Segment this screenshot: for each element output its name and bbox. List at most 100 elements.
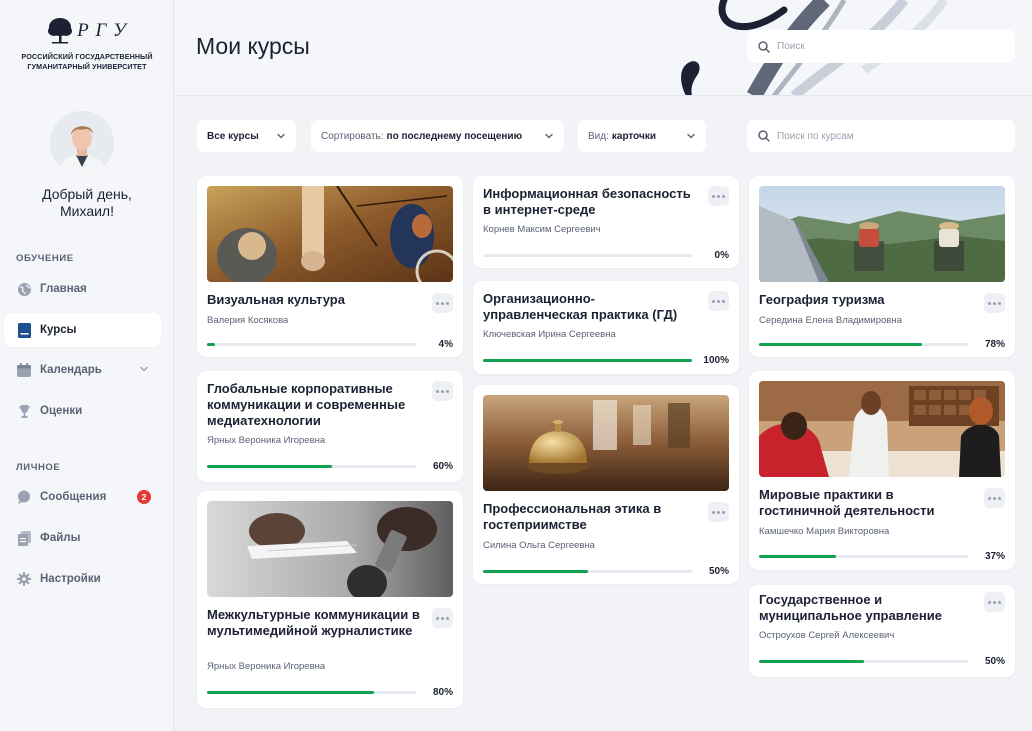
course-title[interactable]: Организационно-управленческая практика (… — [483, 291, 698, 323]
sidebar-item-courses[interactable]: Курсы — [4, 313, 161, 347]
sidebar-item-home[interactable]: Главная — [4, 272, 161, 306]
course-card[interactable]: Государственное и муниципальное управлен… — [749, 585, 1015, 677]
course-title[interactable]: Информационная безопасность в интернет-с… — [483, 186, 698, 218]
more-options-button[interactable] — [708, 502, 729, 522]
calendar-icon — [16, 362, 32, 378]
course-card[interactable]: Глобальные корпоративные коммуникации и … — [197, 371, 463, 482]
course-author: Середина Елена Владимировна — [759, 315, 902, 326]
progress-percent: 80% — [432, 687, 453, 698]
course-title[interactable]: Глобальные корпоративные коммуникации и … — [207, 381, 422, 429]
sidebar-item-label: Курсы — [40, 324, 77, 336]
progress-percent: 37% — [984, 551, 1005, 562]
view-label: Вид: — [588, 130, 609, 142]
course-image-painting — [207, 186, 453, 282]
view-value: карточки — [611, 130, 657, 142]
progress-fill — [483, 570, 588, 573]
course-card[interactable]: Организационно-управленческая практика (… — [473, 281, 739, 374]
sidebar-item-messages[interactable]: Сообщения 2 — [4, 480, 161, 514]
unread-badge: 2 — [137, 490, 151, 504]
progress-fill — [207, 691, 375, 694]
greeting: Добрый день, Михаил! — [42, 186, 132, 219]
course-image-service-bell — [483, 395, 729, 491]
course-card[interactable]: Визуальная культура Валерия Косякова 4% — [197, 176, 463, 357]
sidebar-item-files[interactable]: Файлы — [4, 521, 161, 555]
progress-bar — [207, 691, 416, 694]
university-logo[interactable]: Р Г У РОССИЙСКИЙ ГОСУДАРСТВЕННЫЙ ГУМАНИТ… — [0, 16, 174, 72]
avatar[interactable] — [50, 111, 114, 175]
course-card[interactable]: Межкультурные коммуникации в мультимедий… — [197, 491, 463, 708]
scope-dropdown[interactable]: Все курсы — [197, 120, 296, 152]
course-card[interactable]: География туризма Середина Елена Владими… — [749, 176, 1015, 357]
more-options-button[interactable] — [432, 608, 453, 628]
global-search-input[interactable] — [777, 41, 977, 52]
course-image-camping — [759, 186, 1005, 282]
progress-bar — [759, 343, 968, 346]
section-label-learning: ОБУЧЕНИЕ — [16, 253, 74, 264]
sidebar-item-calendar[interactable]: Календарь — [4, 353, 161, 387]
scope-value: Все курсы — [207, 130, 259, 142]
progress-percent: 60% — [432, 461, 453, 472]
progress-percent: 100% — [703, 355, 729, 366]
more-options-button[interactable] — [984, 488, 1005, 508]
page-title: Мои курсы — [196, 33, 310, 59]
chevron-down-icon — [686, 131, 696, 144]
course-author: Корнев Максим Сергеевич — [483, 224, 601, 235]
global-search[interactable] — [747, 30, 1015, 63]
course-search[interactable] — [747, 120, 1015, 152]
course-card[interactable]: Мировые практики в гостиничной деятельно… — [749, 371, 1015, 570]
progress-fill — [207, 465, 333, 468]
files-icon — [16, 530, 32, 546]
more-options-button[interactable] — [708, 186, 729, 206]
page-header: Мои курсы — [174, 0, 1032, 96]
sidebar: Р Г У РОССИЙСКИЙ ГОСУДАРСТВЕННЫЙ ГУМАНИТ… — [0, 0, 174, 731]
sidebar-item-label: Оценки — [40, 405, 83, 417]
progress-fill — [207, 343, 216, 346]
sidebar-item-settings[interactable]: Настройки — [4, 562, 161, 596]
course-author: Силина Ольга Сергеевна — [483, 540, 595, 551]
course-search-input[interactable] — [777, 130, 977, 142]
progress-percent: 4% — [438, 339, 453, 350]
book-icon — [16, 322, 32, 338]
course-author: Валерия Косякова — [207, 315, 289, 326]
course-card[interactable]: Профессиональная этика в гостеприимстве … — [473, 385, 739, 584]
sidebar-item-label: Файлы — [40, 532, 81, 544]
progress-fill — [483, 359, 692, 362]
gear-icon — [16, 571, 32, 587]
sidebar-item-label: Календарь — [40, 364, 102, 376]
more-options-button[interactable] — [708, 291, 729, 311]
sidebar-item-label: Настройки — [40, 573, 101, 585]
more-options-button[interactable] — [984, 592, 1005, 612]
progress-bar — [759, 555, 968, 558]
more-options-button[interactable] — [984, 293, 1005, 313]
more-options-button[interactable] — [432, 381, 453, 401]
course-card[interactable]: Информационная безопасность в интернет-с… — [473, 176, 739, 268]
progress-bar — [207, 465, 416, 468]
progress-bar — [483, 254, 692, 257]
course-image-hotel-reception — [759, 381, 1005, 477]
chat-icon — [16, 489, 32, 505]
course-author: Камшечко Мария Викторовна — [759, 526, 890, 537]
sidebar-item-grades[interactable]: Оценки — [4, 394, 161, 428]
course-author: Остроухов Сергей Алексеевич — [759, 630, 895, 641]
course-title[interactable]: География туризма — [759, 292, 974, 308]
section-label-personal: ЛИЧНОЕ — [16, 462, 61, 473]
course-title[interactable]: Государственное и муниципальное управлен… — [759, 592, 974, 624]
search-icon — [758, 40, 770, 53]
view-dropdown[interactable]: Вид: карточки — [578, 120, 706, 152]
sort-label: Сортировать: — [321, 130, 384, 142]
progress-percent: 0% — [714, 250, 729, 261]
tree-icon — [48, 18, 73, 44]
sort-value: по последнему посещению — [386, 130, 523, 142]
sort-dropdown[interactable]: Сортировать: по последнему посещению — [311, 120, 564, 152]
course-title[interactable]: Межкультурные коммуникации в мультимедий… — [207, 607, 422, 639]
progress-fill — [759, 555, 837, 558]
course-title[interactable]: Профессиональная этика в гостеприимстве — [483, 501, 698, 533]
course-author: Ключевская Ирина Сергеевна — [483, 329, 616, 340]
course-title[interactable]: Мировые практики в гостиничной деятельно… — [759, 487, 974, 519]
more-options-button[interactable] — [432, 293, 453, 313]
progress-bar — [483, 570, 692, 573]
progress-bar — [483, 359, 692, 362]
progress-fill — [759, 343, 923, 346]
course-title[interactable]: Визуальная культура — [207, 292, 422, 308]
university-name: РОССИЙСКИЙ ГОСУДАРСТВЕННЫЙ ГУМАНИТАРНЫЙ … — [21, 52, 153, 71]
